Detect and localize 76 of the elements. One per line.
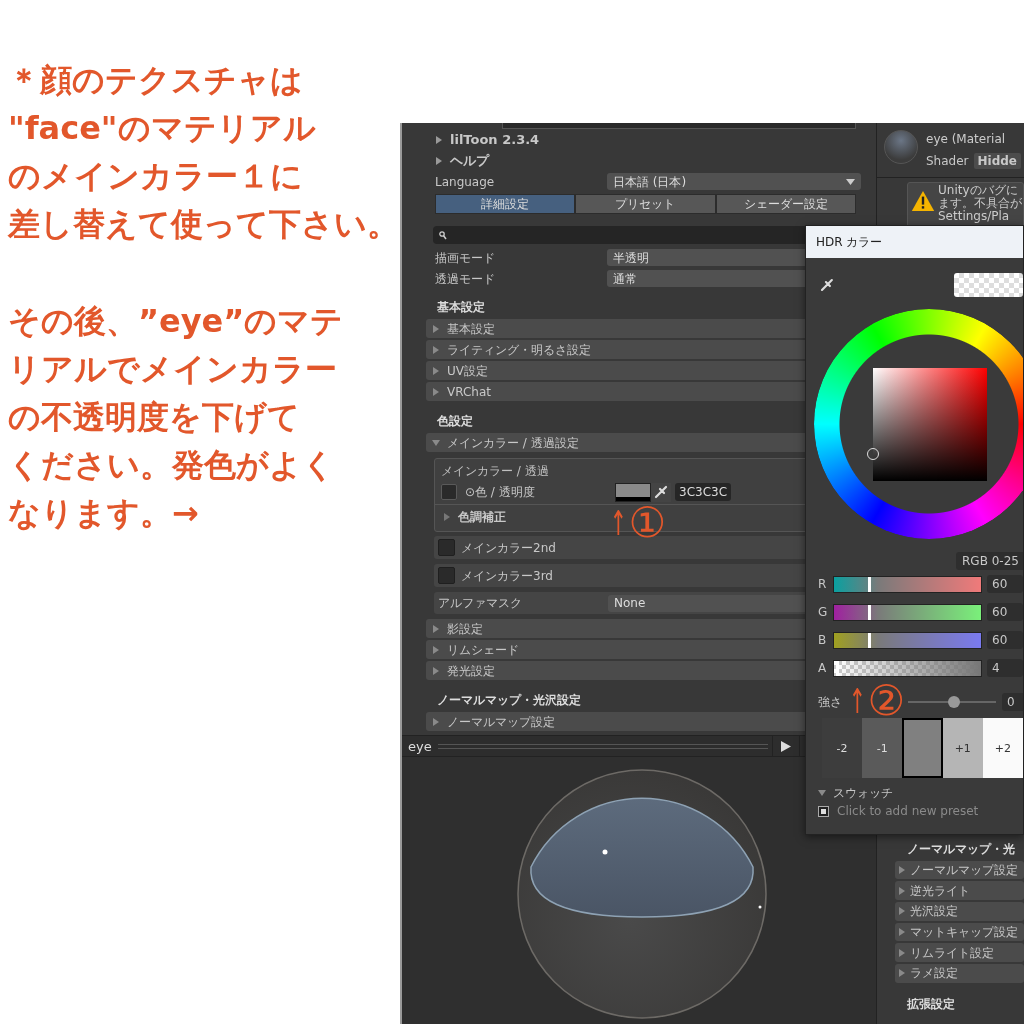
exposure-swatch[interactable]: +2: [982, 718, 1023, 778]
checkbox[interactable]: [438, 567, 455, 584]
section-title: 拡張設定: [906, 996, 956, 1014]
foldout-header[interactable]: スウォッチ: [818, 784, 1023, 802]
tab[interactable]: プリセット: [575, 194, 716, 214]
field-label: 描画モード: [435, 251, 496, 264]
foldout-header[interactable]: lilToon 2.3.4: [402, 129, 876, 150]
eyedropper-icon[interactable]: [820, 278, 834, 292]
foldout-header[interactable]: ラメ設定: [895, 964, 1024, 983]
value-field[interactable]: 60: [987, 631, 1023, 649]
search-icon: [439, 230, 447, 240]
instruction-text: ＊顔のテクスチャは "face"のマテリアル のメインカラー１に 差し替えて使って下さい。: [8, 60, 400, 245]
warning-text: Unityのバグに ます。不具合が Settings/Pla: [938, 184, 1022, 226]
channel-label: A: [818, 662, 828, 674]
channel-label: R: [818, 578, 828, 590]
slider-track[interactable]: [833, 631, 982, 649]
foldout-header[interactable]: リムライト設定: [895, 943, 1024, 963]
annotation-number: ①: [628, 502, 667, 544]
value-field[interactable]: 60: [987, 603, 1023, 621]
exposure-swatch[interactable]: -1: [862, 718, 903, 778]
preset-icon[interactable]: [818, 805, 829, 817]
annotation-arrow: ↑: [848, 684, 866, 718]
value-field[interactable]: 60: [987, 575, 1023, 593]
shader-label: Shader: [926, 155, 969, 167]
slider-track[interactable]: [833, 659, 982, 677]
slider-thumb[interactable]: [835, 660, 839, 676]
slider-track[interactable]: [833, 603, 982, 621]
slider-track[interactable]: [833, 575, 982, 593]
eyedropper-icon[interactable]: [654, 485, 668, 499]
saturation-value-square[interactable]: [873, 368, 987, 481]
warning-icon: [911, 190, 935, 213]
instruction-text: その後、”eye”のマテ リアルでメインカラー の不透明度を下げて ください。発色がよく なります。→: [8, 301, 345, 534]
material-thumbnail: [884, 130, 918, 164]
add-preset-text[interactable]: Click to add new preset: [837, 805, 979, 817]
preview-title: eye: [407, 739, 433, 753]
hex-field[interactable]: 3C3C3C: [675, 483, 732, 501]
field-label: Language: [435, 175, 496, 188]
property-label: ⊙色 / 透明度: [465, 486, 536, 498]
intensity-label: 強さ: [818, 696, 840, 708]
language-dropdown[interactable]: 日本語 (日本): [607, 173, 861, 190]
foldout-header[interactable]: ノーマルマップ設定: [895, 860, 1024, 880]
play-icon[interactable]: [781, 740, 791, 752]
foldout-header[interactable]: ヘルプ: [402, 150, 876, 171]
checkbox[interactable]: [438, 539, 455, 556]
material-title: eye (Material: [926, 133, 1007, 145]
field-label: 透過モード: [435, 272, 496, 285]
panel-title: メインカラー / 透過: [440, 462, 550, 480]
slider-thumb[interactable]: [867, 604, 871, 620]
color-mode-button[interactable]: RGB 0-25: [956, 552, 1023, 570]
section-title: ノーマルマップ・光: [906, 841, 1016, 858]
dialog-title: HDR カラー: [806, 226, 1023, 258]
exposure-swatch[interactable]: +1: [942, 718, 983, 778]
color-preview: [953, 273, 1023, 297]
slider-thumb[interactable]: [947, 696, 960, 708]
foldout-header[interactable]: 色調補正: [435, 505, 506, 529]
value-field[interactable]: 0: [1002, 693, 1023, 711]
foldout-header[interactable]: 光沢設定: [895, 902, 1024, 921]
slider-thumb[interactable]: [867, 576, 871, 592]
section-title: ノーマルマップ・光沢設定: [437, 692, 581, 709]
shader-dropdown[interactable]: Hidde: [973, 153, 1021, 169]
section-title: 色設定: [437, 413, 473, 430]
color-swatch[interactable]: [615, 482, 651, 502]
annotation-arrow: ↑: [609, 506, 627, 540]
value-field[interactable]: 4: [987, 659, 1023, 677]
slider-thumb[interactable]: [867, 632, 871, 648]
tab[interactable]: シェーダー設定: [715, 194, 856, 214]
section-title: 基本設定: [437, 299, 485, 316]
toggle-label: メインカラー2nd: [461, 541, 556, 554]
channel-label: B: [818, 634, 828, 646]
toggle-label: メインカラー3rd: [461, 569, 553, 582]
foldout-header[interactable]: 逆光ライト: [895, 881, 1024, 901]
foldout-header[interactable]: マットキャップ設定: [895, 922, 1024, 942]
field-label: アルファマスク: [438, 597, 523, 609]
caret-icon: [846, 178, 855, 185]
exposure-swatch[interactable]: [902, 718, 943, 778]
tab[interactable]: 詳細設定: [435, 194, 576, 214]
